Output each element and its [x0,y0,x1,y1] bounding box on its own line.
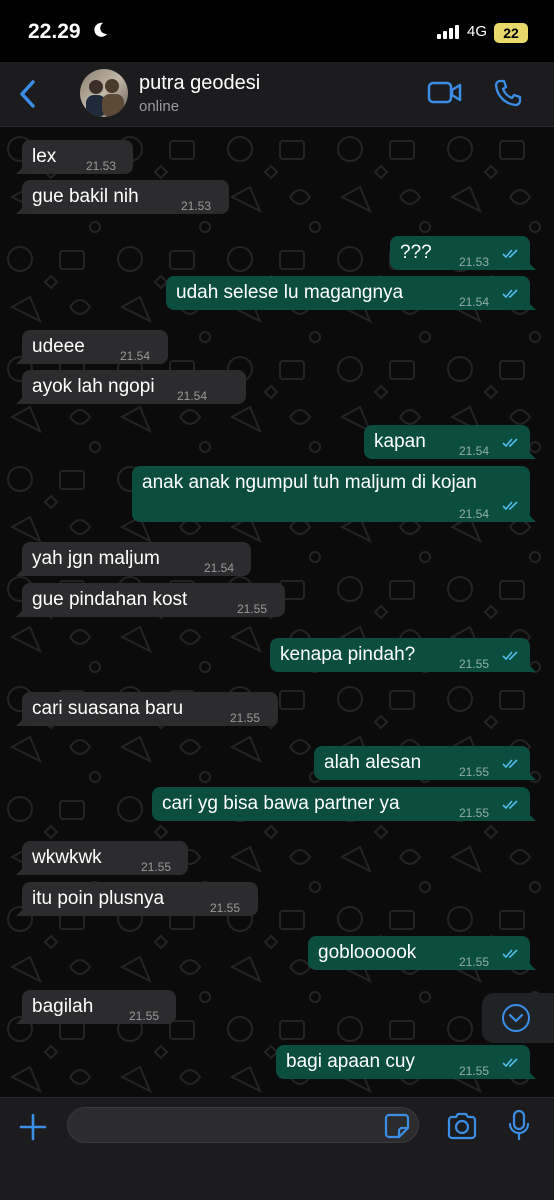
double-check-icon [502,1058,518,1068]
message-time: 21.55 [459,955,490,969]
chat-header: putra geodesi online [0,62,554,127]
network-type: 4G [467,23,488,40]
message-incoming[interactable]: yah jgn maljum 21.54 [22,542,251,576]
double-check-icon [502,438,518,448]
message-time: 21.55 [230,711,261,725]
message-time: 21.55 [141,860,172,874]
chevron-down-circle-icon [502,1004,530,1032]
message-text: alah alesan [324,752,422,773]
message-outgoing[interactable]: kapan 21.54 [364,425,530,459]
message-outgoing[interactable]: cari yg bisa bawa partner ya 21.55 [152,787,530,821]
status-time: 22.29 [28,20,81,43]
microphone-icon[interactable] [507,1109,531,1141]
message-text: ayok lah ngopi [32,376,155,397]
message-incoming[interactable]: gue bakil nih 21.53 [22,180,229,214]
contact-status: online [139,98,180,115]
message-incoming[interactable]: wkwkwk 21.55 [22,841,188,875]
double-check-icon [502,949,518,959]
message-incoming[interactable]: gue pindahan kost 21.55 [22,583,285,617]
message-text: kapan [374,431,426,452]
message-text: gobloooook [318,942,417,963]
message-time: 21.55 [459,765,490,779]
message-time: 21.55 [459,1064,490,1078]
message-text: bagi apaan cuy [286,1051,415,1072]
message-time: 21.53 [181,199,212,213]
message-incoming[interactable]: ayok lah ngopi 21.54 [22,370,246,404]
message-time: 21.54 [459,295,490,309]
message-text: itu poin plusnya [32,888,165,909]
message-incoming[interactable]: udeee 21.54 [22,330,168,364]
message-composer [0,1097,554,1200]
avatar-image [86,79,124,117]
message-incoming[interactable]: cari suasana baru 21.55 [22,692,278,726]
message-incoming[interactable]: itu poin plusnya 21.55 [22,882,258,916]
message-outgoing[interactable]: ??? 21.53 [390,236,530,270]
message-outgoing[interactable]: anak anak ngumpul tuh maljum di kojan 21… [132,466,530,522]
message-text: yah jgn maljum [32,548,160,569]
message-text: udah selese lu magangnya [176,282,404,303]
message-outgoing[interactable]: udah selese lu magangnya 21.54 [166,276,530,310]
double-check-icon [502,759,518,769]
message-time: 21.55 [459,806,490,820]
message-text: cari yg bisa bawa partner ya [162,793,400,814]
status-bar: 22.29 4G 22 [0,0,554,62]
chevron-left-icon[interactable] [14,76,42,112]
message-time: 21.53 [86,159,117,173]
message-outgoing[interactable]: bagi apaan cuy 21.55 [276,1045,530,1079]
double-check-icon [502,800,518,810]
double-check-icon [502,651,518,661]
message-text: anak anak ngumpul tuh maljum di kojan [142,472,477,493]
video-camera-icon[interactable] [427,80,463,106]
message-text: bagilah [32,996,94,1017]
avatar[interactable] [80,69,128,117]
message-text: lex [32,146,57,167]
camera-icon[interactable] [446,1112,478,1140]
message-incoming[interactable]: lex 21.53 [22,140,133,174]
message-outgoing[interactable]: kenapa pindah? 21.55 [270,638,530,672]
sticker-icon[interactable] [384,1113,410,1139]
message-time: 21.55 [459,657,490,671]
message-time: 21.55 [237,602,268,616]
phone-icon[interactable] [493,78,523,108]
message-time: 21.55 [210,901,241,915]
message-text: wkwkwk [32,847,102,868]
moon-icon [94,22,107,37]
message-time: 21.55 [129,1009,160,1023]
message-incoming[interactable]: bagilah 21.55 [22,990,176,1024]
plus-icon[interactable] [18,1112,48,1142]
battery-indicator: 22 [494,23,528,43]
message-text: ??? [400,242,432,263]
contact-name[interactable]: putra geodesi [139,72,260,95]
message-input[interactable] [67,1107,419,1143]
message-time: 21.54 [459,444,490,458]
scroll-to-bottom-button[interactable] [482,993,554,1043]
message-text: gue pindahan kost [32,589,188,610]
message-time: 21.54 [204,561,235,575]
message-outgoing[interactable]: alah alesan 21.55 [314,746,530,780]
message-time: 21.54 [120,349,151,363]
message-text: udeee [32,336,85,357]
message-time: 21.53 [459,255,490,269]
message-time: 21.54 [177,389,208,403]
double-check-icon [502,289,518,299]
double-check-icon [502,501,518,511]
signal-icon [437,25,459,39]
double-check-icon [502,249,518,259]
message-time: 21.54 [459,507,490,521]
message-outgoing[interactable]: gobloooook 21.55 [308,936,530,970]
message-text: kenapa pindah? [280,644,416,665]
message-text: gue bakil nih [32,186,139,207]
message-text: cari suasana baru [32,698,184,719]
